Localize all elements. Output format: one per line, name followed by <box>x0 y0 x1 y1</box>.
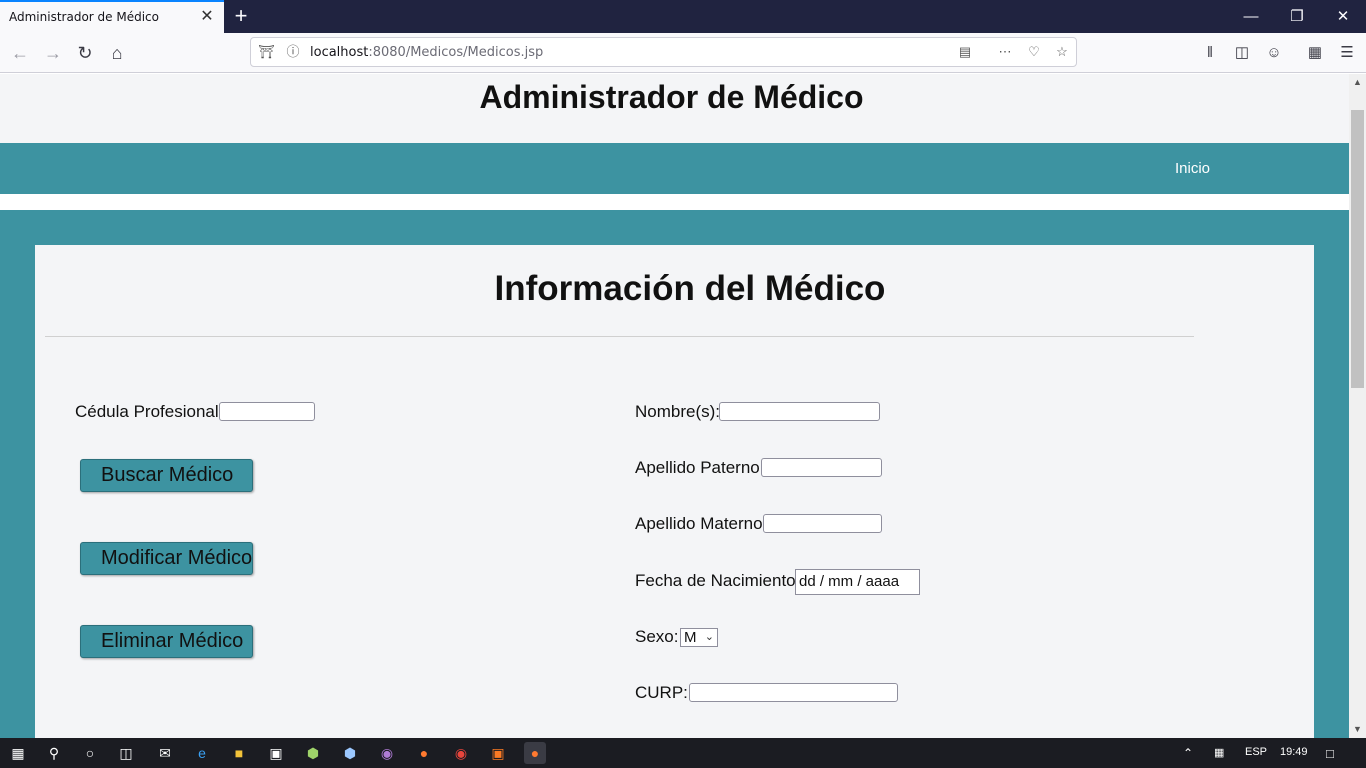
bookmark-star-icon[interactable]: ☆ <box>1054 44 1070 60</box>
chevron-down-icon: ⌄ <box>704 631 714 643</box>
sidebar-icon[interactable]: ◫ <box>1231 43 1253 63</box>
url-text[interactable]: localhost:8080/Medicos/Medicos.jsp <box>310 45 543 60</box>
restore-icon[interactable]: ❐ <box>1274 0 1320 33</box>
scroll-down-icon[interactable]: ▼ <box>1349 721 1366 738</box>
windows-start-icon[interactable]: ▦ <box>7 742 29 764</box>
forward-icon[interactable]: → <box>39 39 67 67</box>
url-bar[interactable]: ⛩ ⓘ localhost:8080/Medicos/Medicos.jsp ▤… <box>250 37 1077 67</box>
fecha-input[interactable]: dd / mm / aaaa <box>795 569 920 595</box>
network-icon[interactable]: ▦ <box>1214 746 1224 759</box>
cedula-label: Cédula Profesional: <box>75 402 224 421</box>
page-header: Administrador de Médico <box>0 74 1349 143</box>
modificar-button[interactable]: Modificar Médico <box>80 542 253 575</box>
page-title: Administrador de Médico <box>479 79 864 115</box>
curp-input[interactable] <box>689 683 898 702</box>
page-actions-icon[interactable]: ⋯ <box>997 44 1013 60</box>
reload-icon[interactable]: ↻ <box>71 39 99 67</box>
mail-icon[interactable]: ✉ <box>154 742 176 764</box>
cortana-icon[interactable]: ○ <box>79 742 101 764</box>
scroll-thumb[interactable] <box>1351 110 1364 388</box>
sexo-select[interactable]: M ⌄ <box>680 628 718 647</box>
page-viewport: Administrador de Médico Inicio Informaci… <box>0 74 1349 738</box>
info-icon[interactable]: ⓘ <box>285 44 301 60</box>
fecha-label: Fecha de Nacimiento: <box>635 571 801 590</box>
store-icon[interactable]: ▣ <box>265 742 287 764</box>
clock[interactable]: 19:49 <box>1280 746 1308 758</box>
firefox-icon[interactable]: ● <box>413 742 435 764</box>
pocket-icon[interactable]: ♡ <box>1026 44 1042 60</box>
notifications-icon[interactable]: □ <box>1326 746 1334 761</box>
page-scrollbar[interactable]: ▲ ▼ <box>1349 74 1366 738</box>
close-tab-icon[interactable]: ✕ <box>199 8 215 26</box>
url-host: localhost <box>310 45 369 60</box>
browser-tab-strip: Administrador de Médico ✕ + — ❐ ✕ <box>0 0 1366 33</box>
tab-title: Administrador de Médico <box>9 10 159 24</box>
minimize-icon[interactable]: — <box>1228 0 1274 33</box>
library-icon[interactable]: ‖ <box>1199 43 1221 63</box>
chrome-icon[interactable]: ◉ <box>450 742 472 764</box>
windows-taskbar: ▦ ⚲ ○ ◫ ✉ e ■ ▣ ⬢ ⬢ ◉ ● ◉ ▣ ● ⌃ ▦ ESP 19… <box>0 738 1366 768</box>
form-card: Información del Médico Cédula Profesiona… <box>35 245 1314 738</box>
apellido-paterno-input[interactable] <box>761 458 882 477</box>
account-icon[interactable]: ☺ <box>1263 43 1285 63</box>
sexo-selected-value: M <box>684 629 697 646</box>
new-tab-icon[interactable]: + <box>228 2 254 30</box>
divider <box>45 336 1194 337</box>
apellido-materno-input[interactable] <box>763 514 882 533</box>
sexo-label: Sexo: <box>635 627 679 646</box>
app-icon-3[interactable]: ◉ <box>376 742 398 764</box>
app-icon-2[interactable]: ⬢ <box>339 742 361 764</box>
url-path: :8080/Medicos/Medicos.jsp <box>368 45 544 60</box>
browser-tab[interactable]: Administrador de Médico ✕ <box>0 0 224 33</box>
extensions-icon[interactable]: ▦ <box>1304 43 1326 63</box>
shield-icon[interactable]: ⛩ <box>258 44 275 60</box>
firefox-active-icon[interactable]: ● <box>524 742 546 764</box>
app-icon-1[interactable]: ⬢ <box>302 742 324 764</box>
eliminar-button[interactable]: Eliminar Médico <box>80 625 253 658</box>
scroll-up-icon[interactable]: ▲ <box>1349 74 1366 91</box>
menu-icon[interactable]: ☰ <box>1336 43 1358 63</box>
apellido-materno-label: Apellido Materno: <box>635 514 768 533</box>
search-icon[interactable]: ⚲ <box>43 742 65 764</box>
section-title: Información del Médico <box>494 269 886 308</box>
curp-label: CURP: <box>635 683 688 702</box>
nombre-label: Nombre(s): <box>635 402 721 421</box>
home-icon[interactable]: ⌂ <box>103 39 131 67</box>
buscar-button[interactable]: Buscar Médico <box>80 459 253 492</box>
apellido-paterno-label: Apellido Paterno: <box>635 458 765 477</box>
browser-navbar: ← → ↻ ⌂ ⛩ ⓘ localhost:8080/Medicos/Medic… <box>0 33 1366 73</box>
task-view-icon[interactable]: ◫ <box>115 742 137 764</box>
nombre-input[interactable] <box>719 402 880 421</box>
edge-icon[interactable]: e <box>191 742 213 764</box>
language-indicator[interactable]: ESP <box>1245 746 1267 758</box>
menu-bar: Inicio <box>0 143 1349 194</box>
reader-view-icon[interactable]: ▤ <box>957 44 973 60</box>
cedula-input[interactable] <box>219 402 315 421</box>
back-icon[interactable]: ← <box>6 39 34 67</box>
tray-chevron-icon[interactable]: ⌃ <box>1183 746 1193 760</box>
close-window-icon[interactable]: ✕ <box>1320 0 1366 33</box>
nav-link-inicio[interactable]: Inicio <box>1175 160 1210 177</box>
xampp-icon[interactable]: ▣ <box>487 742 509 764</box>
file-explorer-icon[interactable]: ■ <box>228 742 250 764</box>
